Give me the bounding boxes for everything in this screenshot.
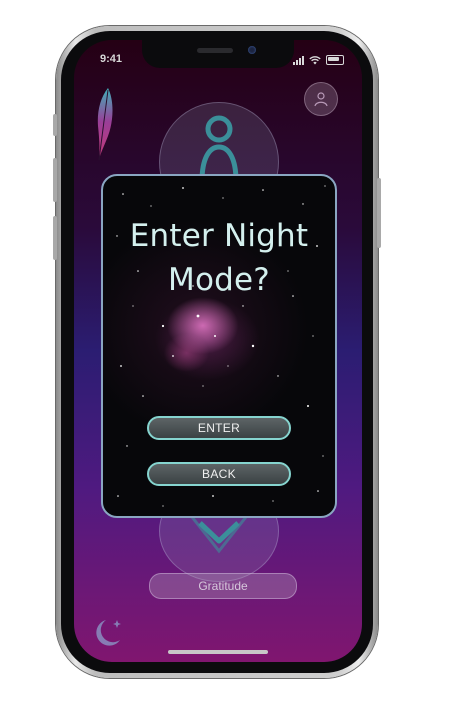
notch	[142, 40, 294, 68]
night-mode-dialog: Enter Night Mode? ENTER BACK	[101, 174, 337, 518]
enter-button[interactable]: ENTER	[147, 416, 291, 440]
profile-circle-button[interactable]	[304, 82, 338, 116]
side-button-power	[377, 178, 381, 248]
home-indicator[interactable]	[168, 650, 268, 654]
speaker	[197, 48, 233, 53]
wifi-icon	[309, 56, 321, 65]
side-button-volume-down	[53, 216, 57, 260]
side-button-mute	[53, 114, 57, 136]
battery-icon	[326, 55, 344, 65]
moon-star-icon[interactable]	[90, 616, 126, 650]
profile-circle-icon	[314, 92, 328, 107]
gratitude-button[interactable]: Gratitude	[149, 573, 297, 599]
back-button[interactable]: BACK	[147, 462, 291, 486]
title-line-2: Mode?	[168, 262, 270, 298]
status-icons	[293, 55, 344, 65]
title-line-1: Enter Night	[129, 218, 309, 254]
front-camera	[248, 46, 256, 54]
status-time: 9:41	[100, 53, 123, 65]
cellular-signal-icon	[293, 56, 304, 65]
side-button-volume-up	[53, 158, 57, 202]
night-mode-title: Enter Night Mode?	[103, 214, 335, 302]
feather-icon[interactable]	[94, 86, 116, 162]
